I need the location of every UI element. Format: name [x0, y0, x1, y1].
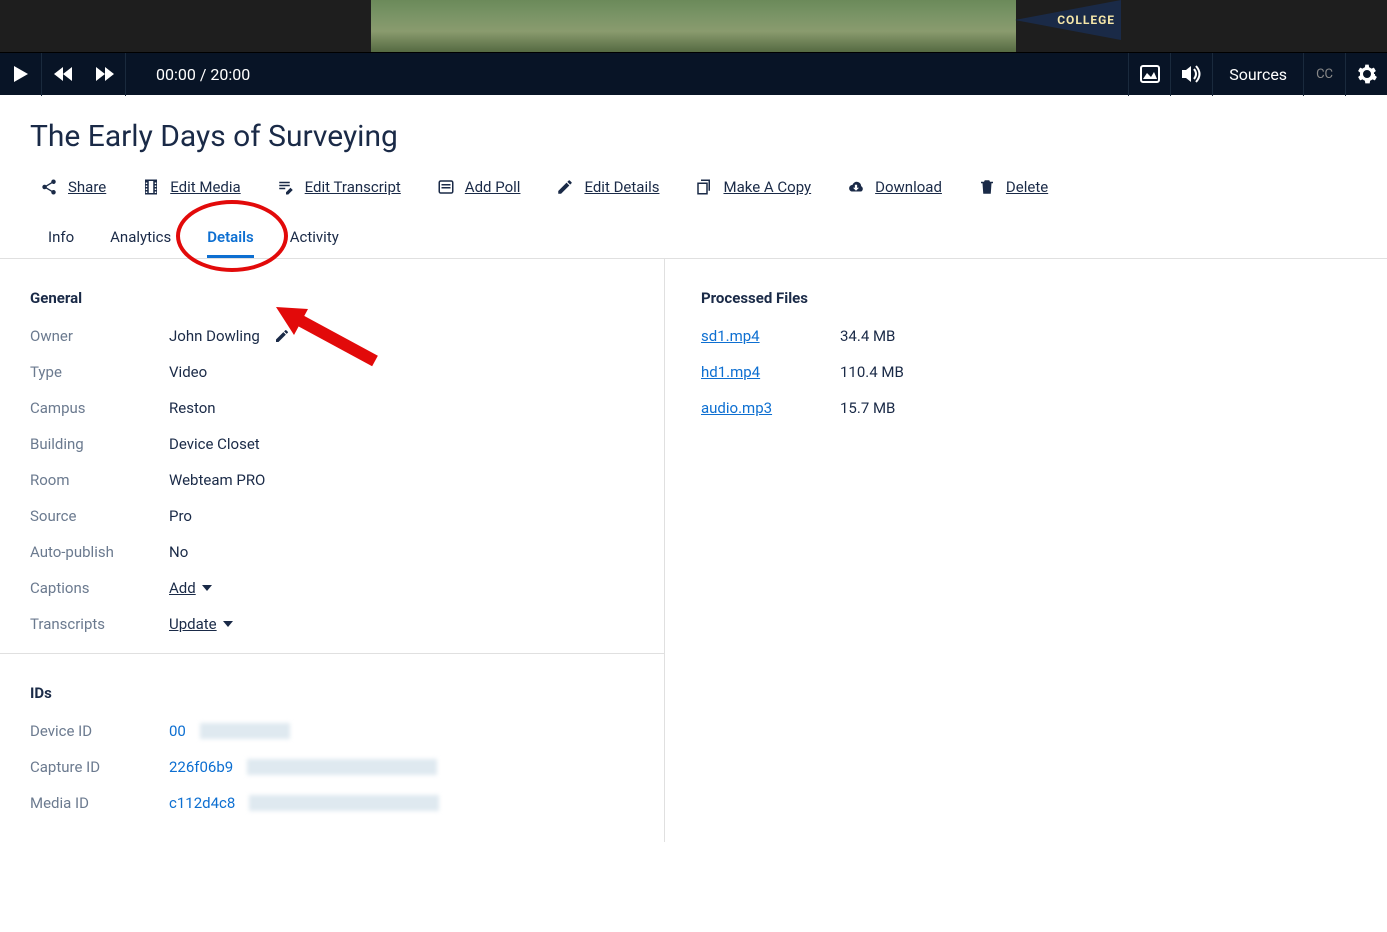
redacted [247, 759, 437, 775]
file-link[interactable]: audio.mp3 [701, 399, 772, 417]
edit-media-action[interactable]: Edit Media [142, 178, 240, 196]
tabs: Info Analytics Details Activity [0, 220, 1387, 259]
poll-icon [437, 178, 455, 196]
owner-value: John Dowling [169, 327, 260, 345]
divider [0, 653, 664, 654]
files-panel: Processed Files sd1.mp4 34.4 MB hd1.mp4 … [665, 259, 1387, 842]
file-link[interactable]: hd1.mp4 [701, 363, 760, 381]
action-bar: Share Edit Media Edit Transcript Add Pol… [30, 178, 1357, 196]
trash-icon [978, 178, 996, 196]
add-poll-action[interactable]: Add Poll [437, 178, 521, 196]
row-campus: Campus Reston [30, 399, 634, 417]
film-icon [142, 178, 160, 196]
page-title: The Early Days of Surveying [30, 119, 1357, 154]
row-captions: Captions Add [30, 579, 634, 597]
captions-add-dropdown[interactable]: Add [169, 579, 212, 597]
row-source: Source Pro [30, 507, 634, 525]
general-heading: General [30, 289, 634, 307]
file-size: 110.4 MB [840, 363, 904, 381]
edit-transcript-action[interactable]: Edit Transcript [277, 178, 401, 196]
share-action[interactable]: Share [40, 178, 106, 196]
general-panel: General Owner John Dowling Type Video Ca… [0, 259, 665, 842]
delete-action[interactable]: Delete [978, 178, 1048, 196]
redacted [200, 723, 290, 739]
tab-analytics[interactable]: Analytics [110, 220, 171, 258]
row-room: Room Webteam PRO [30, 471, 634, 489]
row-device-id: Device ID 00 [30, 722, 634, 740]
video-preview: COLLEGE [0, 0, 1387, 52]
chevron-down-icon [202, 585, 212, 591]
file-size: 15.7 MB [840, 399, 895, 417]
file-link[interactable]: sd1.mp4 [701, 327, 760, 345]
copy-icon [695, 178, 713, 196]
volume-button[interactable] [1170, 53, 1212, 96]
play-button[interactable] [0, 53, 42, 96]
files-heading: Processed Files [701, 289, 1357, 307]
player-bar: 00:00 / 20:00 Sources CC [0, 52, 1387, 95]
edit-details-action[interactable]: Edit Details [556, 178, 659, 196]
row-building: Building Device Closet [30, 435, 634, 453]
download-action[interactable]: Download [847, 178, 942, 196]
tab-details[interactable]: Details [207, 220, 253, 258]
make-copy-action[interactable]: Make A Copy [695, 178, 811, 196]
row-media-id: Media ID c112d4c8 [30, 794, 634, 812]
transcript-icon [277, 178, 295, 196]
tab-info[interactable]: Info [48, 220, 74, 258]
cloud-download-icon [847, 178, 865, 196]
settings-button[interactable] [1345, 53, 1387, 96]
redacted [249, 795, 439, 811]
row-transcripts: Transcripts Update [30, 615, 634, 633]
rewind-button[interactable] [42, 53, 84, 96]
file-size: 34.4 MB [840, 327, 895, 345]
file-row: sd1.mp4 34.4 MB [701, 327, 1357, 345]
tab-activity[interactable]: Activity [290, 220, 339, 258]
share-icon [40, 178, 58, 196]
video-thumbnail: COLLEGE [371, 0, 1016, 52]
chevron-down-icon [223, 621, 233, 627]
pencil-icon [556, 178, 574, 196]
cc-button[interactable]: CC [1303, 53, 1345, 96]
picture-in-picture-button[interactable] [1128, 53, 1170, 96]
row-type: Type Video [30, 363, 634, 381]
row-autopublish: Auto-publish No [30, 543, 634, 561]
row-owner: Owner John Dowling [30, 327, 634, 345]
forward-button[interactable] [84, 53, 126, 96]
transcripts-update-dropdown[interactable]: Update [169, 615, 233, 633]
ids-heading: IDs [30, 684, 634, 702]
file-row: hd1.mp4 110.4 MB [701, 363, 1357, 381]
sources-button[interactable]: Sources [1212, 53, 1303, 96]
edit-owner-icon[interactable] [274, 328, 290, 344]
college-pennant: COLLEGE [1015, 0, 1121, 40]
row-capture-id: Capture ID 226f06b9 [30, 758, 634, 776]
player-time: 00:00 / 20:00 [126, 65, 1128, 84]
file-row: audio.mp3 15.7 MB [701, 399, 1357, 417]
